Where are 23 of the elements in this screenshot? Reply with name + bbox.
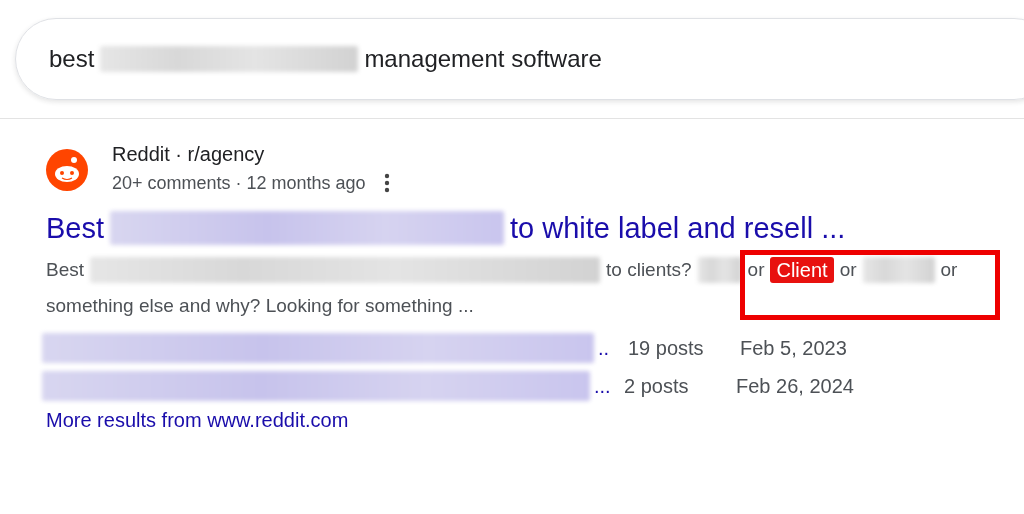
- snippet-text: or: [747, 258, 765, 282]
- query-text: best: [49, 45, 95, 73]
- reddit-logo-icon: [46, 149, 88, 191]
- snippet-text: Best: [46, 258, 85, 282]
- post-date: Feb 5, 2023: [740, 336, 847, 360]
- query-text: management software: [364, 45, 602, 73]
- more-results-link[interactable]: More results from www.reddit.com: [46, 409, 349, 432]
- snippet-text: something else and why? Looking for something ...: [46, 294, 475, 318]
- post-date: Feb 26, 2024: [736, 374, 854, 398]
- source-name: Reddit · r/agency: [112, 142, 266, 167]
- snippet-text: or: [940, 258, 958, 282]
- link-ellipsis[interactable]: ..: [598, 336, 628, 360]
- link-ellipsis[interactable]: ...: [594, 374, 624, 398]
- result-meta: 20+ comments · 12 months ago: [112, 172, 366, 195]
- post-count: 2 posts: [624, 374, 690, 398]
- highlighted-word: Client: [770, 257, 834, 283]
- result-title[interactable]: to white label and resell ...: [510, 209, 846, 247]
- redaction: [697, 257, 742, 283]
- result-title[interactable]: Best: [46, 209, 105, 247]
- snippet-text: to clients?: [606, 258, 692, 282]
- more-options-icon[interactable]: [383, 173, 390, 193]
- post-count: 19 posts: [628, 336, 705, 360]
- snippet-text: or: [839, 258, 857, 282]
